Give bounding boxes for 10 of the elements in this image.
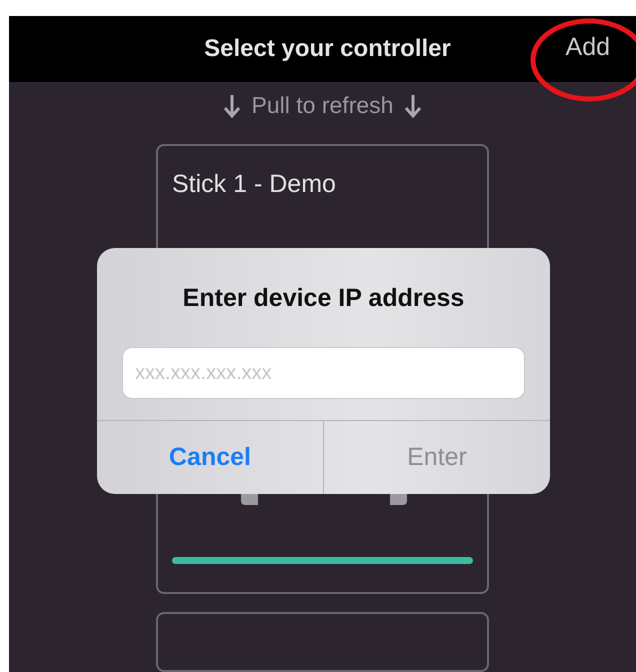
add-button[interactable]: Add — [566, 33, 610, 62]
pull-to-refresh-hint: Pull to refresh — [252, 92, 394, 119]
down-arrow-icon — [405, 94, 422, 118]
device-name: Stick 1 - Demo — [172, 170, 337, 199]
screen-title: Select your controller — [204, 35, 451, 63]
ip-address-field[interactable]: xxx.xxx.xxx.xxx — [122, 347, 525, 399]
down-arrow-icon — [224, 94, 240, 118]
cancel-button[interactable]: Cancel — [97, 421, 323, 494]
dialog-title: Enter device IP address — [182, 284, 466, 313]
device-card[interactable] — [156, 612, 489, 672]
